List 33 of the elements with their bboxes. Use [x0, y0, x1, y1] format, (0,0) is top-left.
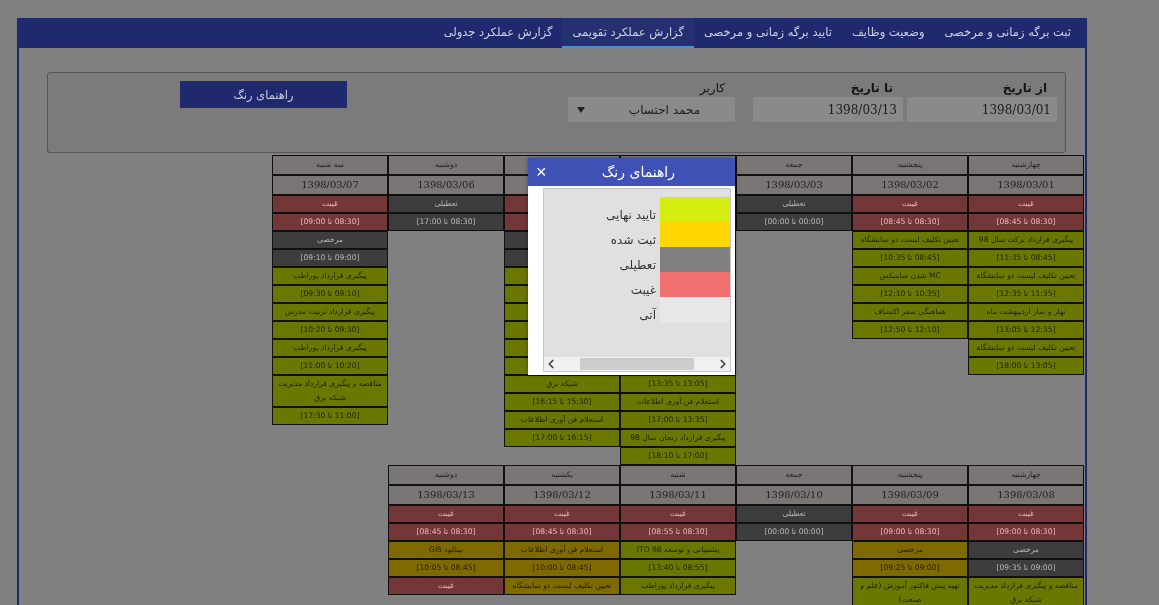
date-cell: 1398/03/01: [968, 175, 1084, 195]
user-select[interactable]: محمد احتساب: [568, 97, 735, 122]
color-guide-button[interactable]: راهنمای رنگ: [180, 81, 347, 108]
date-cell: 1398/03/11: [620, 485, 736, 505]
scrollbar-thumb[interactable]: [580, 358, 694, 370]
scrollbar-track[interactable]: [544, 357, 730, 371]
date-cell: 1398/03/08: [968, 485, 1084, 505]
tab[interactable]: گزارش عملکرد تقویمی: [562, 18, 694, 48]
date-cell: 1398/03/03: [736, 175, 852, 195]
date-cell: 1398/03/13: [388, 485, 504, 505]
field-label: از تاریخ: [1001, 80, 1048, 97]
tab[interactable]: تایید برگه زمانی و مرخصی: [693, 18, 842, 48]
date-cell: 1398/03/10: [736, 485, 852, 505]
legend-label: تایید نهایی: [606, 208, 657, 222]
close-button[interactable]: ×: [536, 163, 547, 181]
legend-label: غیبت: [630, 283, 657, 297]
caret-icon: [577, 106, 585, 113]
date-cell: 1398/03/12: [504, 485, 620, 505]
legend-label: آتی: [639, 308, 658, 322]
date-field[interactable]: 1398/03/01: [907, 97, 1057, 122]
date-field[interactable]: 1398/03/13: [753, 97, 903, 122]
dialog-title: راهنمای رنگ: [601, 164, 676, 180]
tab[interactable]: ثبت برگه زمانی و مرخصی: [934, 18, 1081, 48]
field-label: تا تاریخ: [849, 80, 894, 97]
date-cell: 1398/03/02: [852, 175, 968, 195]
field-label: کاربر: [698, 80, 726, 97]
tab[interactable]: گزارش عملکرد جدولی: [433, 18, 563, 48]
date-cell: 1398/03/06: [388, 175, 504, 195]
tab[interactable]: وضعیت وظایف: [841, 18, 935, 48]
legend-label: تعطیلی: [619, 258, 657, 272]
legend-label: ثبت شده: [610, 233, 657, 247]
date-cell: 1398/03/07: [272, 175, 388, 195]
date-cell: 1398/03/09: [852, 485, 968, 505]
